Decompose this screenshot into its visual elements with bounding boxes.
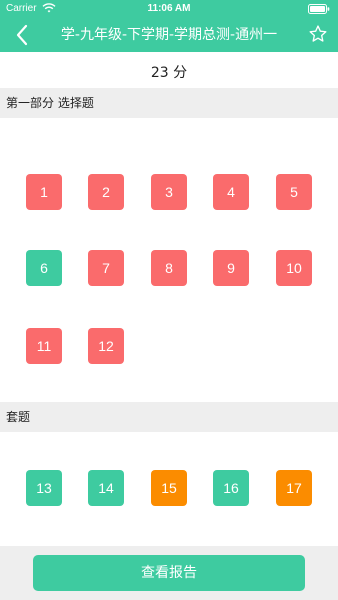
star-icon[interactable] [308, 24, 328, 44]
nav-bar: 学-九年级-下学期-学期总测-通州一 [0, 18, 338, 52]
battery-icon [308, 4, 330, 14]
question-button[interactable]: 10 [276, 250, 312, 286]
question-button[interactable]: 8 [151, 250, 187, 286]
question-button[interactable]: 7 [88, 250, 124, 286]
section-header-choice: 第一部分 选择题 [0, 88, 338, 118]
status-bar: Carrier 11:06 AM [0, 0, 338, 18]
question-button[interactable]: 1 [26, 174, 62, 210]
question-button[interactable]: 12 [88, 328, 124, 364]
question-button[interactable]: 14 [88, 470, 124, 506]
app-screen: Carrier 11:06 AM 学-九年级-下学期-学期总测-通州一 23 分… [0, 0, 338, 600]
question-button[interactable]: 3 [151, 174, 187, 210]
score-text: 23 分 [150, 65, 188, 81]
question-button[interactable]: 13 [26, 470, 62, 506]
section-header-set: 套题 [0, 402, 338, 432]
question-button[interactable]: 11 [26, 328, 62, 364]
footer-bar: 查看报告 [0, 546, 338, 600]
back-icon[interactable] [10, 22, 36, 48]
question-button[interactable]: 6 [26, 250, 62, 286]
question-button[interactable]: 4 [213, 174, 249, 210]
question-button[interactable]: 9 [213, 250, 249, 286]
question-button[interactable]: 16 [213, 470, 249, 506]
question-grid-choice: 1 2 3 4 5 6 7 8 9 10 11 12 [0, 118, 338, 388]
question-button[interactable]: 2 [88, 174, 124, 210]
content-area: 23 分 第一部分 选择题 1 2 3 4 5 6 7 8 9 10 11 12 套题 13 14 15 1… [0, 52, 338, 600]
question-button[interactable]: 15 [151, 470, 187, 506]
clock: 11:06 AM [147, 3, 191, 14]
view-report-button[interactable]: 查看报告 [33, 555, 305, 591]
question-button[interactable]: 5 [276, 174, 312, 210]
page-title: 学-九年级-下学期-学期总测-通州一 [60, 27, 278, 43]
question-button[interactable]: 17 [276, 470, 312, 506]
